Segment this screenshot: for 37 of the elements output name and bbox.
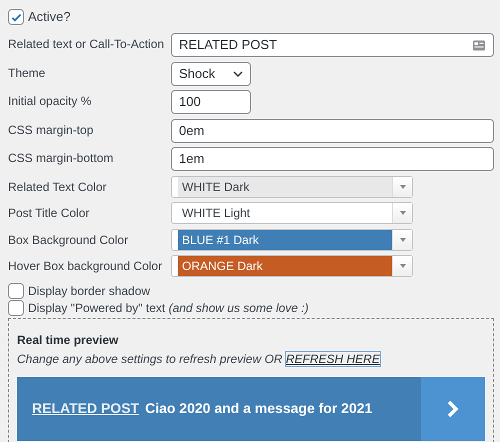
checkbox[interactable]	[8, 9, 24, 25]
color-select[interactable]: ORANGE Dark	[171, 255, 413, 277]
caret-down-icon	[400, 238, 406, 242]
color-select[interactable]: BLUE #1 Dark	[171, 228, 413, 250]
field-label: Initial opacity %	[8, 93, 92, 110]
field-label: Related Text Color	[8, 178, 108, 196]
related-post-banner[interactable]: RELATED POST Ciao 2020 and a message for 2021	[17, 376, 485, 440]
preview-title: Real time preview	[17, 332, 120, 348]
field-label: CSS margin-bottom	[8, 150, 114, 167]
related-post-label: RELATED POST	[32, 399, 140, 418]
chevron-down-icon	[233, 70, 243, 76]
field-label: Hover Box background Color	[8, 258, 164, 275]
preview-hint: Change any above settings to refresh preview OR REFRESH HERE	[17, 350, 381, 368]
input-field[interactable]: RELATED POST	[171, 33, 494, 57]
refresh-link[interactable]: REFRESH HERE	[286, 352, 380, 366]
caret-down-icon	[400, 184, 406, 188]
checkbox-label: Display border shadow	[28, 282, 150, 300]
checkbox-label: Active?	[28, 8, 71, 26]
color-select[interactable]: WHITE Dark	[171, 176, 413, 198]
caret-down-icon	[400, 211, 406, 215]
field-label: Post Title Color	[8, 205, 90, 222]
input-field[interactable]: 100	[171, 90, 251, 114]
checkbox-label: Display "Powered by" text (and show us some love :)	[28, 300, 309, 316]
checkbox[interactable]	[8, 300, 24, 316]
contact-card-icon	[472, 40, 486, 50]
input-field[interactable]: 0em	[171, 118, 494, 142]
theme-select[interactable]: Shock	[171, 62, 251, 86]
color-select[interactable]: WHITE Light	[171, 202, 413, 224]
field-label: Box Background Color	[8, 232, 130, 248]
field-label: CSS margin-top	[8, 122, 94, 138]
chevron-right-icon	[447, 400, 459, 418]
input-field[interactable]: 1em	[171, 147, 494, 171]
caret-down-icon	[400, 264, 406, 268]
field-label: Related text or Call-To-Action	[8, 36, 166, 53]
field-label: Theme	[8, 64, 46, 82]
post-title: Ciao 2020 and a message for 2021	[145, 399, 372, 418]
checkbox[interactable]	[8, 282, 24, 298]
